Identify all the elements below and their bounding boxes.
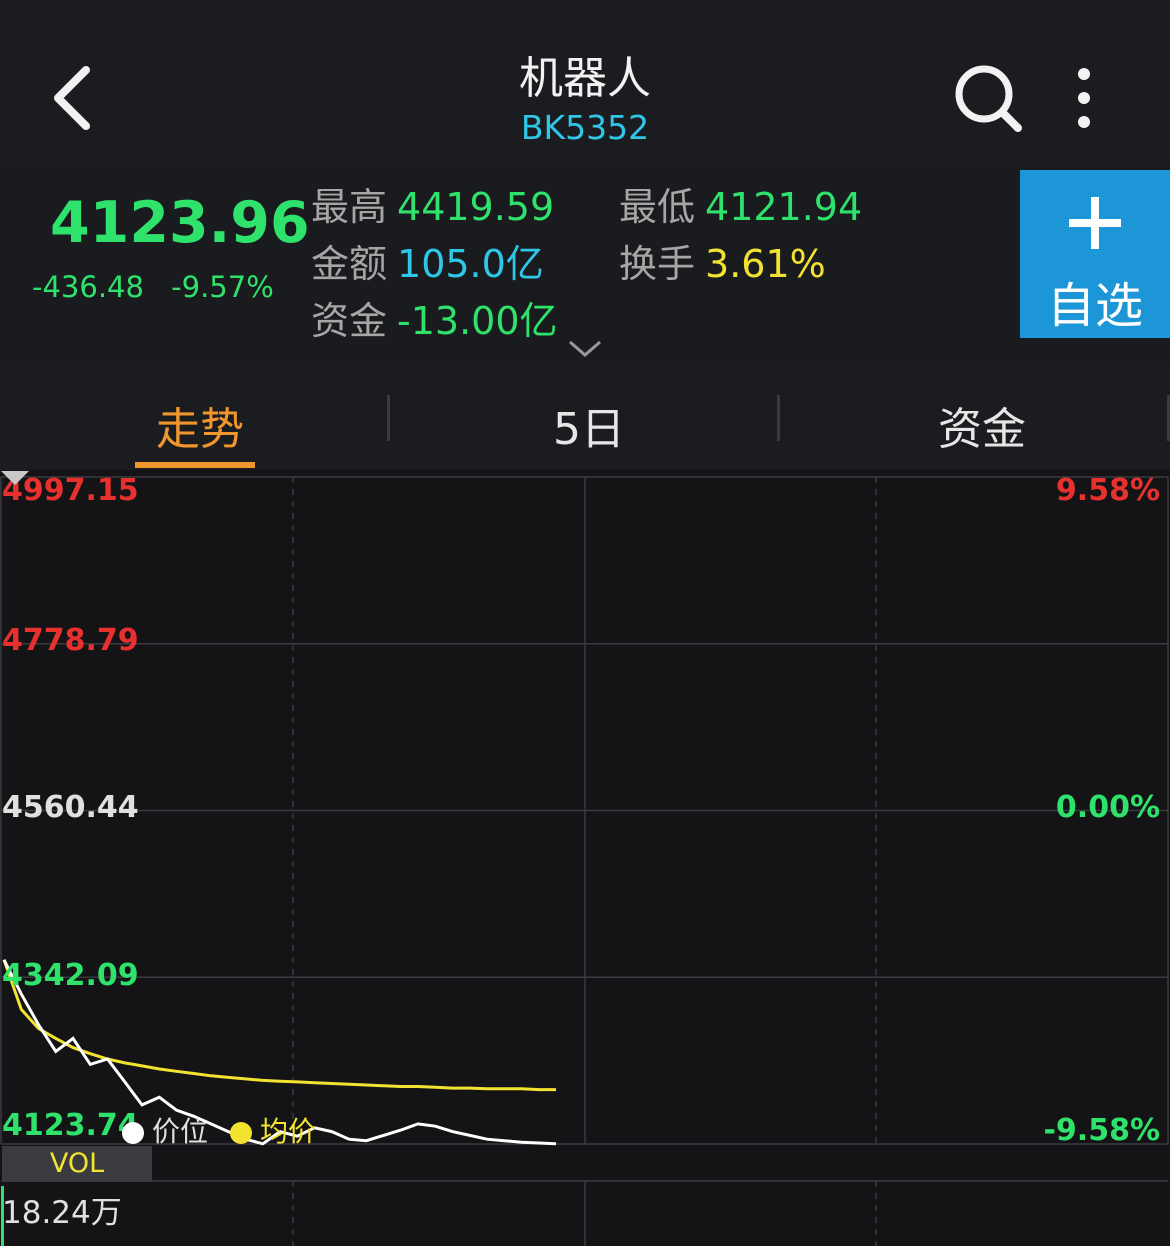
y-label-min: 4123.74 <box>2 1108 139 1143</box>
expand-chevron-icon[interactable] <box>566 338 604 360</box>
tab-5day[interactable]: 5日 <box>394 393 784 457</box>
pct-label-min: -9.58% <box>1043 1113 1160 1148</box>
stat-fund-value: -13.00亿 <box>397 299 558 343</box>
vol-label: VOL <box>49 1148 105 1179</box>
stat-fund-label: 资金 <box>311 299 388 343</box>
legend-price: 价位 <box>152 1115 209 1148</box>
vol-indicator-selector[interactable]: VOL <box>2 1146 152 1182</box>
y-label-prev-close: 4560.44 <box>2 790 139 825</box>
price-change: -436.48 -9.57% <box>32 270 274 304</box>
nav-header: 机器人 BK5352 <box>0 0 1170 162</box>
tab-divider <box>777 395 780 441</box>
legend-avg: 均价 <box>260 1115 317 1148</box>
stat-high-value: 4419.59 <box>397 185 555 229</box>
stat-fund: 资金 -13.00亿 <box>311 290 558 345</box>
stat-turnover: 换手 3.61% <box>619 233 826 288</box>
stat-turnover-value: 3.61% <box>705 242 826 286</box>
pct-label-max: 9.58% <box>1055 473 1160 508</box>
current-price: 4123.96 <box>50 190 310 256</box>
tab-fund[interactable]: 资金 <box>787 393 1170 457</box>
stat-low-value: 4121.94 <box>705 185 863 229</box>
y-label-upper: 4778.79 <box>2 623 139 658</box>
add-watchlist-label: 自选 <box>1046 278 1143 334</box>
pct-label-zero: 0.00% <box>1055 790 1160 825</box>
change-value: -436.48 <box>32 270 144 304</box>
tab-trend[interactable]: 走势 <box>5 393 395 457</box>
chart-legend: 价位 均价 <box>122 1110 316 1150</box>
stat-high-label: 最高 <box>311 185 388 229</box>
y-label-lower: 4342.09 <box>2 958 139 993</box>
dropdown-triangle-icon[interactable] <box>0 470 30 486</box>
stat-low-label: 最低 <box>619 185 696 229</box>
search-icon[interactable] <box>952 62 1024 134</box>
volume-value: 18.24万 <box>2 1195 122 1231</box>
tab-divider <box>387 395 390 441</box>
active-tab-indicator <box>135 462 255 468</box>
stat-amount: 金额 105.0亿 <box>311 233 544 288</box>
quote-panel: 4123.96 -436.48 -9.57% 最高 4419.59 最低 4121.… <box>0 162 1170 365</box>
avg-legend-dot <box>230 1122 253 1144</box>
intraday-chart[interactable]: 4997.15 4778.79 4560.44 4342.09 4123.74 … <box>0 470 1170 1246</box>
more-options-icon[interactable] <box>1066 66 1102 130</box>
stat-turnover-label: 换手 <box>619 242 696 286</box>
add-watchlist-button[interactable]: 自选 <box>1020 170 1170 338</box>
price-legend-dot <box>122 1122 144 1144</box>
stat-amount-value: 105.0亿 <box>397 242 544 286</box>
change-percent: -9.57% <box>171 270 274 304</box>
chart-tabs: 走势 5日 资金 <box>0 365 1170 470</box>
stat-low: 最低 4121.94 <box>619 176 862 231</box>
stat-amount-label: 金额 <box>311 242 388 286</box>
stat-high: 最高 4419.59 <box>311 176 554 231</box>
plus-icon <box>1069 197 1121 249</box>
